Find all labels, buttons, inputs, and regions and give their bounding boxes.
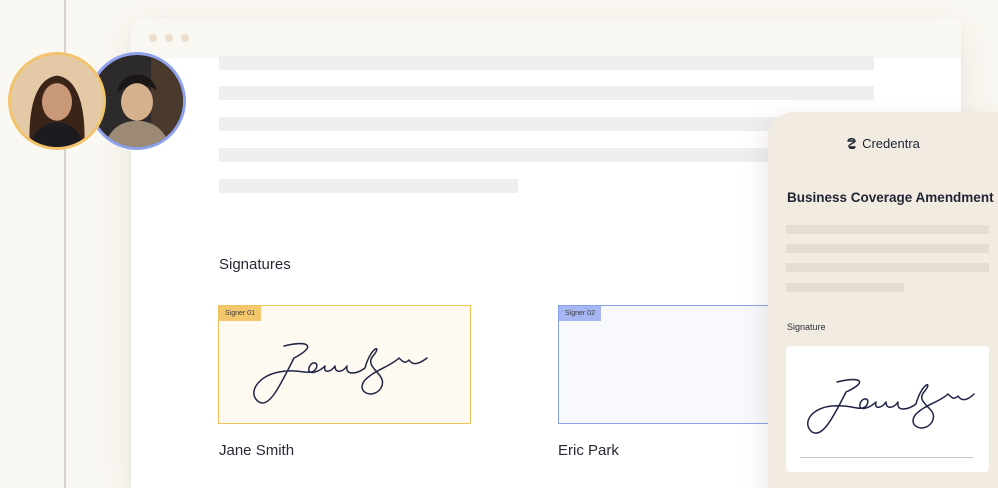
handwritten-signature	[253, 342, 428, 404]
signature-field-signer-01[interactable]: Signer 01	[218, 305, 471, 424]
handwritten-signature	[807, 378, 975, 434]
signature-baseline	[800, 457, 973, 458]
window-dot	[149, 34, 157, 42]
signer-tag: Signer 02	[559, 306, 601, 321]
signature-pad[interactable]	[786, 346, 989, 472]
text-placeholder-line	[786, 283, 904, 292]
signer-tag: Signer 01	[219, 306, 261, 321]
window-title-bar	[131, 18, 961, 58]
mobile-signing-panel: Credentra Business Coverage Amendment Si…	[768, 112, 998, 488]
avatar-signer-01	[8, 52, 106, 150]
brand: Credentra	[768, 136, 998, 151]
text-placeholder-line	[219, 86, 874, 100]
text-placeholder-line	[786, 244, 989, 253]
text-placeholder-line	[219, 179, 518, 193]
window-dot	[181, 34, 189, 42]
text-placeholder-line	[786, 225, 989, 234]
signatures-heading: Signatures	[219, 256, 291, 273]
text-placeholder-line	[219, 56, 874, 70]
text-placeholder-line	[786, 263, 989, 272]
signer-name: Jane Smith	[219, 442, 295, 459]
signature-label: Signature	[787, 322, 826, 332]
brand-name: Credentra	[862, 136, 920, 151]
signer-name: Eric Park	[558, 442, 619, 459]
document-title: Business Coverage Amendment	[787, 190, 994, 205]
window-dot	[165, 34, 173, 42]
credentra-logo-icon	[847, 138, 856, 150]
